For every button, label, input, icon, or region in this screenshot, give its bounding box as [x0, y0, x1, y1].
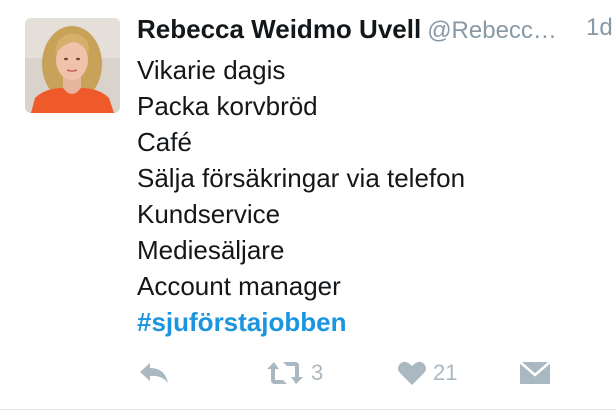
hashtag-link[interactable]: #sjuförstajobben — [137, 307, 346, 337]
tweet-line: Kundservice — [137, 199, 281, 229]
tweet-line: Account manager — [137, 271, 341, 301]
like-count: 21 — [433, 360, 458, 385]
tweet-line: Packa korvbröd — [137, 91, 318, 121]
author-name[interactable]: Rebecca Weidmo Uvell — [137, 14, 421, 44]
tweet-line: Café — [137, 127, 192, 157]
tweet-header: Rebecca Weidmo Uvell @Rebecc… — [137, 14, 616, 50]
avatar-image — [25, 18, 120, 113]
retweet-icon — [267, 362, 303, 384]
author-handle[interactable]: @Rebecc… — [427, 17, 557, 44]
tweet-text: Vikarie dagis Packa korvbröd Café Sälja … — [137, 52, 607, 340]
heart-icon — [398, 361, 426, 385]
tweet-line: Mediesäljare — [137, 235, 285, 265]
avatar[interactable] — [25, 18, 120, 113]
tweet-line-hashtag: #sjuförstajobben — [137, 304, 607, 340]
tweet-line: Sälja försäkringar via telefon — [137, 163, 466, 193]
retweet-count: 3 — [311, 360, 324, 385]
timestamp[interactable]: 1d — [586, 14, 616, 50]
like-button[interactable]: 21 — [397, 356, 457, 390]
envelope-icon — [519, 361, 551, 384]
reply-icon — [140, 363, 168, 383]
tweet-actions: 3 21 — [137, 356, 607, 390]
retweet-button[interactable]: 3 — [265, 356, 323, 390]
reply-button[interactable] — [137, 356, 171, 390]
tweet-line: Vikarie dagis — [137, 55, 286, 85]
direct-message-button[interactable] — [519, 356, 551, 390]
tweet[interactable]: Rebecca Weidmo Uvell @Rebecc… 1d Vikarie … — [0, 0, 616, 410]
